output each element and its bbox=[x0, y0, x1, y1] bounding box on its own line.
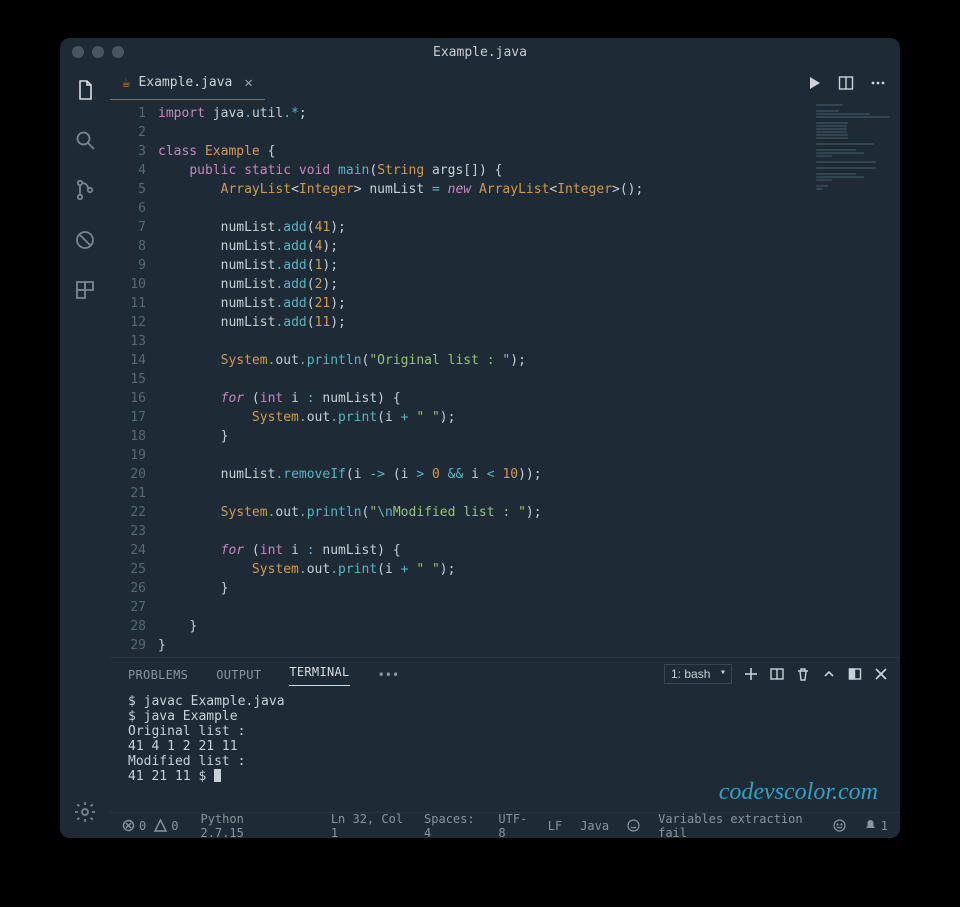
search-icon[interactable] bbox=[71, 126, 99, 154]
status-spaces[interactable]: Spaces: 4 bbox=[424, 812, 480, 839]
panel-tab-problems[interactable]: PROBLEMS bbox=[128, 668, 188, 682]
java-file-icon: ☕ bbox=[122, 75, 130, 91]
split-editor-icon[interactable] bbox=[838, 75, 854, 91]
status-bell[interactable]: 1 bbox=[864, 819, 888, 833]
status-extra[interactable]: Variables extraction fail bbox=[658, 812, 815, 839]
extensions-icon[interactable] bbox=[71, 276, 99, 304]
close-tab-icon[interactable]: ✕ bbox=[244, 75, 252, 91]
tab-label: Example.java bbox=[138, 75, 232, 90]
toggle-panel-icon[interactable] bbox=[848, 667, 862, 681]
new-terminal-icon[interactable] bbox=[744, 667, 758, 681]
split-terminal-icon[interactable] bbox=[770, 667, 784, 681]
source-control-icon[interactable] bbox=[71, 176, 99, 204]
status-warnings[interactable]: 0 bbox=[154, 819, 178, 833]
kill-terminal-icon[interactable] bbox=[796, 667, 810, 681]
window-title: Example.java bbox=[60, 45, 900, 60]
close-panel-icon[interactable] bbox=[874, 667, 888, 681]
activity-bar bbox=[60, 66, 110, 838]
editor-window: Example.java bbox=[60, 38, 900, 838]
explorer-icon[interactable] bbox=[71, 76, 99, 104]
status-cursor[interactable]: Ln 32, Col 1 bbox=[331, 812, 406, 839]
panel-more-icon[interactable]: ••• bbox=[378, 668, 400, 682]
status-errors[interactable]: 0 bbox=[122, 819, 146, 833]
run-icon[interactable] bbox=[806, 75, 822, 91]
status-smiley-icon[interactable] bbox=[833, 819, 846, 832]
editor-tabs: ☕ Example.java ✕ bbox=[110, 66, 900, 100]
more-actions-icon[interactable] bbox=[870, 75, 886, 91]
code-content[interactable]: import java.util.*; class Example { publ… bbox=[158, 100, 643, 657]
debug-icon[interactable] bbox=[71, 226, 99, 254]
bottom-panel: PROBLEMS OUTPUT TERMINAL ••• 1: bash bbox=[110, 657, 900, 812]
status-language[interactable]: Java bbox=[580, 819, 609, 833]
panel-tab-output[interactable]: OUTPUT bbox=[216, 668, 261, 682]
status-feedback-icon[interactable] bbox=[627, 819, 640, 832]
tab-example-java[interactable]: ☕ Example.java ✕ bbox=[110, 66, 265, 100]
line-gutter: 1234567891011121314151617181920212223242… bbox=[110, 100, 158, 657]
settings-gear-icon[interactable] bbox=[71, 798, 99, 826]
maximize-panel-icon[interactable] bbox=[822, 667, 836, 681]
status-eol[interactable]: LF bbox=[548, 819, 562, 833]
editor-area[interactable]: 1234567891011121314151617181920212223242… bbox=[110, 100, 900, 657]
status-python[interactable]: Python 2.7.15 bbox=[200, 812, 286, 839]
status-encoding[interactable]: UTF-8 bbox=[498, 812, 529, 839]
watermark-text: codevscolor.com bbox=[719, 779, 878, 806]
panel-tab-terminal[interactable]: TERMINAL bbox=[289, 665, 349, 686]
terminal-selector[interactable]: 1: bash bbox=[664, 664, 732, 684]
titlebar: Example.java bbox=[60, 38, 900, 66]
status-bar: 0 0 Python 2.7.15 Ln 32, Col 1 Spaces: 4… bbox=[110, 812, 900, 838]
